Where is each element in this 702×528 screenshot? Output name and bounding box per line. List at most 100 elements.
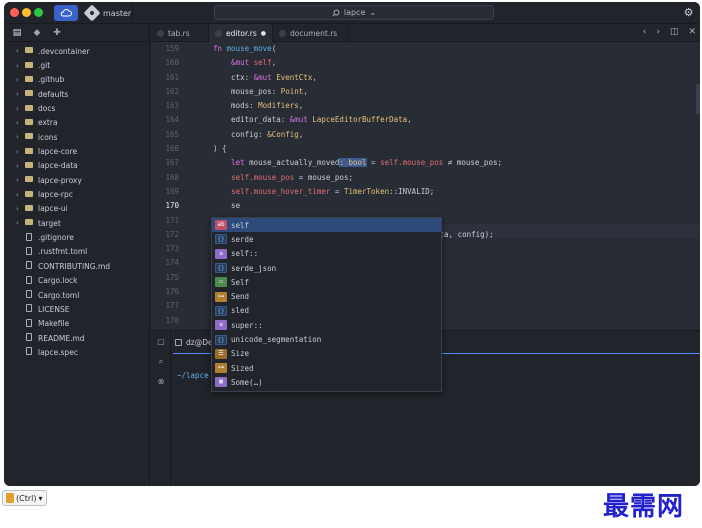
folder-item[interactable]: › lapce-data <box>4 159 149 173</box>
folder-item[interactable]: › defaults <box>4 87 149 101</box>
file-item[interactable]: ›Cargo.lock <box>4 274 149 288</box>
tree-item-label: lapce.spec <box>38 347 78 357</box>
line-number: 173 <box>165 244 179 254</box>
completion-label: serde <box>231 234 254 244</box>
folder-icon <box>24 161 34 170</box>
folder-item[interactable]: › docs <box>4 101 149 115</box>
file-item[interactable]: ›.rustfmt.toml <box>4 245 149 259</box>
git-icon[interactable]: ◆ <box>32 28 42 38</box>
search-icon[interactable]: ⌕ <box>156 357 166 367</box>
completion-item[interactable]: ▦ Some(…) <box>212 375 441 389</box>
line-number: 171 <box>165 215 179 225</box>
chevron-right-icon: › <box>16 75 19 84</box>
tree-item-label: README.md <box>38 333 85 343</box>
completion-item[interactable]: ☰ Size <box>212 347 441 361</box>
completion-label: super:: <box>231 320 263 330</box>
file-item[interactable]: ›LICENSE <box>4 302 149 316</box>
completion-item[interactable]: {} sled <box>212 304 441 318</box>
minimize-window-button[interactable] <box>22 8 31 17</box>
completion-item[interactable]: ≡ super:: <box>212 318 441 332</box>
completion-label: Send <box>231 292 250 302</box>
file-item[interactable]: ›.gitignore <box>4 230 149 244</box>
next-tab-icon[interactable]: › <box>656 27 660 37</box>
line-number: 163 <box>165 101 179 111</box>
problems-icon[interactable]: ⊗ <box>156 377 166 386</box>
plugins-icon[interactable]: ✚ <box>52 28 62 38</box>
inlay-type-hint: : bool <box>339 158 367 168</box>
branch-name: master <box>103 8 132 18</box>
folder-item[interactable]: › lapce-core <box>4 144 149 158</box>
folder-icon <box>24 190 34 199</box>
folder-item[interactable]: › icons <box>4 130 149 144</box>
tab-tab-rs[interactable]: tab.rs <box>151 24 209 42</box>
completion-item[interactable]: ⊶ Send <box>212 289 441 303</box>
completion-kind-icon: ⊶ <box>215 363 227 374</box>
terminal-tab[interactable]: dz@De <box>175 335 213 349</box>
file-item[interactable]: ›lapce.spec <box>4 345 149 359</box>
editor-scrollbar[interactable] <box>696 84 700 114</box>
ime-indicator[interactable]: (Ctrl) ▾ <box>2 490 47 506</box>
folder-item[interactable]: › target <box>4 216 149 230</box>
completion-popup: ab self{} serde ≡ self::{} serde_json ▭ Self ⊶ Se… <box>211 217 442 392</box>
files-icon[interactable]: ▤ <box>12 28 22 38</box>
close-editor-icon[interactable]: ✕ <box>688 27 696 37</box>
cloud-icon <box>60 9 72 17</box>
code-line: ctx: &mut EventCtx, <box>213 72 317 82</box>
folder-item[interactable]: › .github <box>4 73 149 87</box>
file-icon <box>24 232 34 243</box>
completion-item[interactable]: ▭ Self <box>212 275 441 289</box>
tree-item-label: .rustfmt.toml <box>38 247 88 257</box>
rust-file-icon <box>215 29 222 37</box>
terminal-icon[interactable]: ▢ <box>156 337 166 346</box>
tree-item-label: docs <box>38 104 56 114</box>
tab-controls: ‹ › ◫ ✕ <box>643 27 696 37</box>
file-item[interactable]: ›Makefile <box>4 317 149 331</box>
chevron-right-icon: › <box>16 118 19 127</box>
close-window-button[interactable] <box>10 8 19 17</box>
file-item[interactable]: ›Cargo.toml <box>4 288 149 302</box>
line-number: 169 <box>165 186 179 196</box>
previous-tab-icon[interactable]: ‹ <box>643 27 647 37</box>
tree-item-label: lapce-ui <box>38 204 68 214</box>
chevron-down-icon: ▾ <box>38 493 43 503</box>
folder-item[interactable]: › lapce-rpc <box>4 187 149 201</box>
completion-item[interactable]: ⊶ Sized <box>212 361 441 375</box>
completion-item[interactable]: {} unicode_segmentation <box>212 332 441 346</box>
completion-item[interactable]: {} serde <box>212 232 441 246</box>
folder-item[interactable]: › lapce-proxy <box>4 173 149 187</box>
tab-label: editor.rs <box>226 28 257 38</box>
file-icon <box>24 290 34 300</box>
terminal-prompt[interactable]: ~/lapce <box>177 371 209 380</box>
completion-kind-icon: ≡ <box>215 248 227 259</box>
split-editor-icon[interactable]: ◫ <box>670 27 679 37</box>
folder-item[interactable]: › .devcontainer <box>4 44 149 58</box>
completion-kind-icon: ≡ <box>215 320 227 331</box>
maximize-window-button[interactable] <box>34 8 43 17</box>
tab-document-rs[interactable]: document.rs <box>273 24 349 42</box>
completion-item[interactable]: ≡ self:: <box>212 247 441 261</box>
file-icon <box>24 318 34 329</box>
tab-editor-rs[interactable]: editor.rs ● <box>209 24 273 43</box>
chevron-right-icon: › <box>16 147 19 156</box>
completion-item[interactable]: ab self <box>212 218 441 233</box>
tree-item-label: target <box>38 218 61 228</box>
tree-item-label: Cargo.lock <box>38 276 78 286</box>
completion-item[interactable]: {} serde_json <box>212 261 441 275</box>
titlebar-divider <box>132 2 133 24</box>
folder-icon <box>24 61 34 70</box>
code-line: &mut self, <box>213 58 277 68</box>
tab-label: document.rs <box>290 28 338 38</box>
title-bar: master lapce ⌄ ⚙ <box>4 2 700 24</box>
folder-item[interactable]: › extra <box>4 116 149 130</box>
line-number: 167 <box>165 158 179 168</box>
gear-icon[interactable]: ⚙ <box>683 7 694 18</box>
folder-item[interactable]: › lapce-ui <box>4 202 149 216</box>
file-item[interactable]: ›CONTRIBUTING.md <box>4 259 149 273</box>
branch-selector[interactable]: master <box>83 4 132 22</box>
palette-search-box[interactable]: lapce ⌄ <box>214 5 494 20</box>
file-item[interactable]: ›README.md <box>4 331 149 345</box>
chevron-right-icon: › <box>16 190 19 199</box>
remote-connect-button[interactable] <box>54 5 78 21</box>
line-number: 175 <box>165 272 179 282</box>
folder-item[interactable]: › .git <box>4 58 149 72</box>
